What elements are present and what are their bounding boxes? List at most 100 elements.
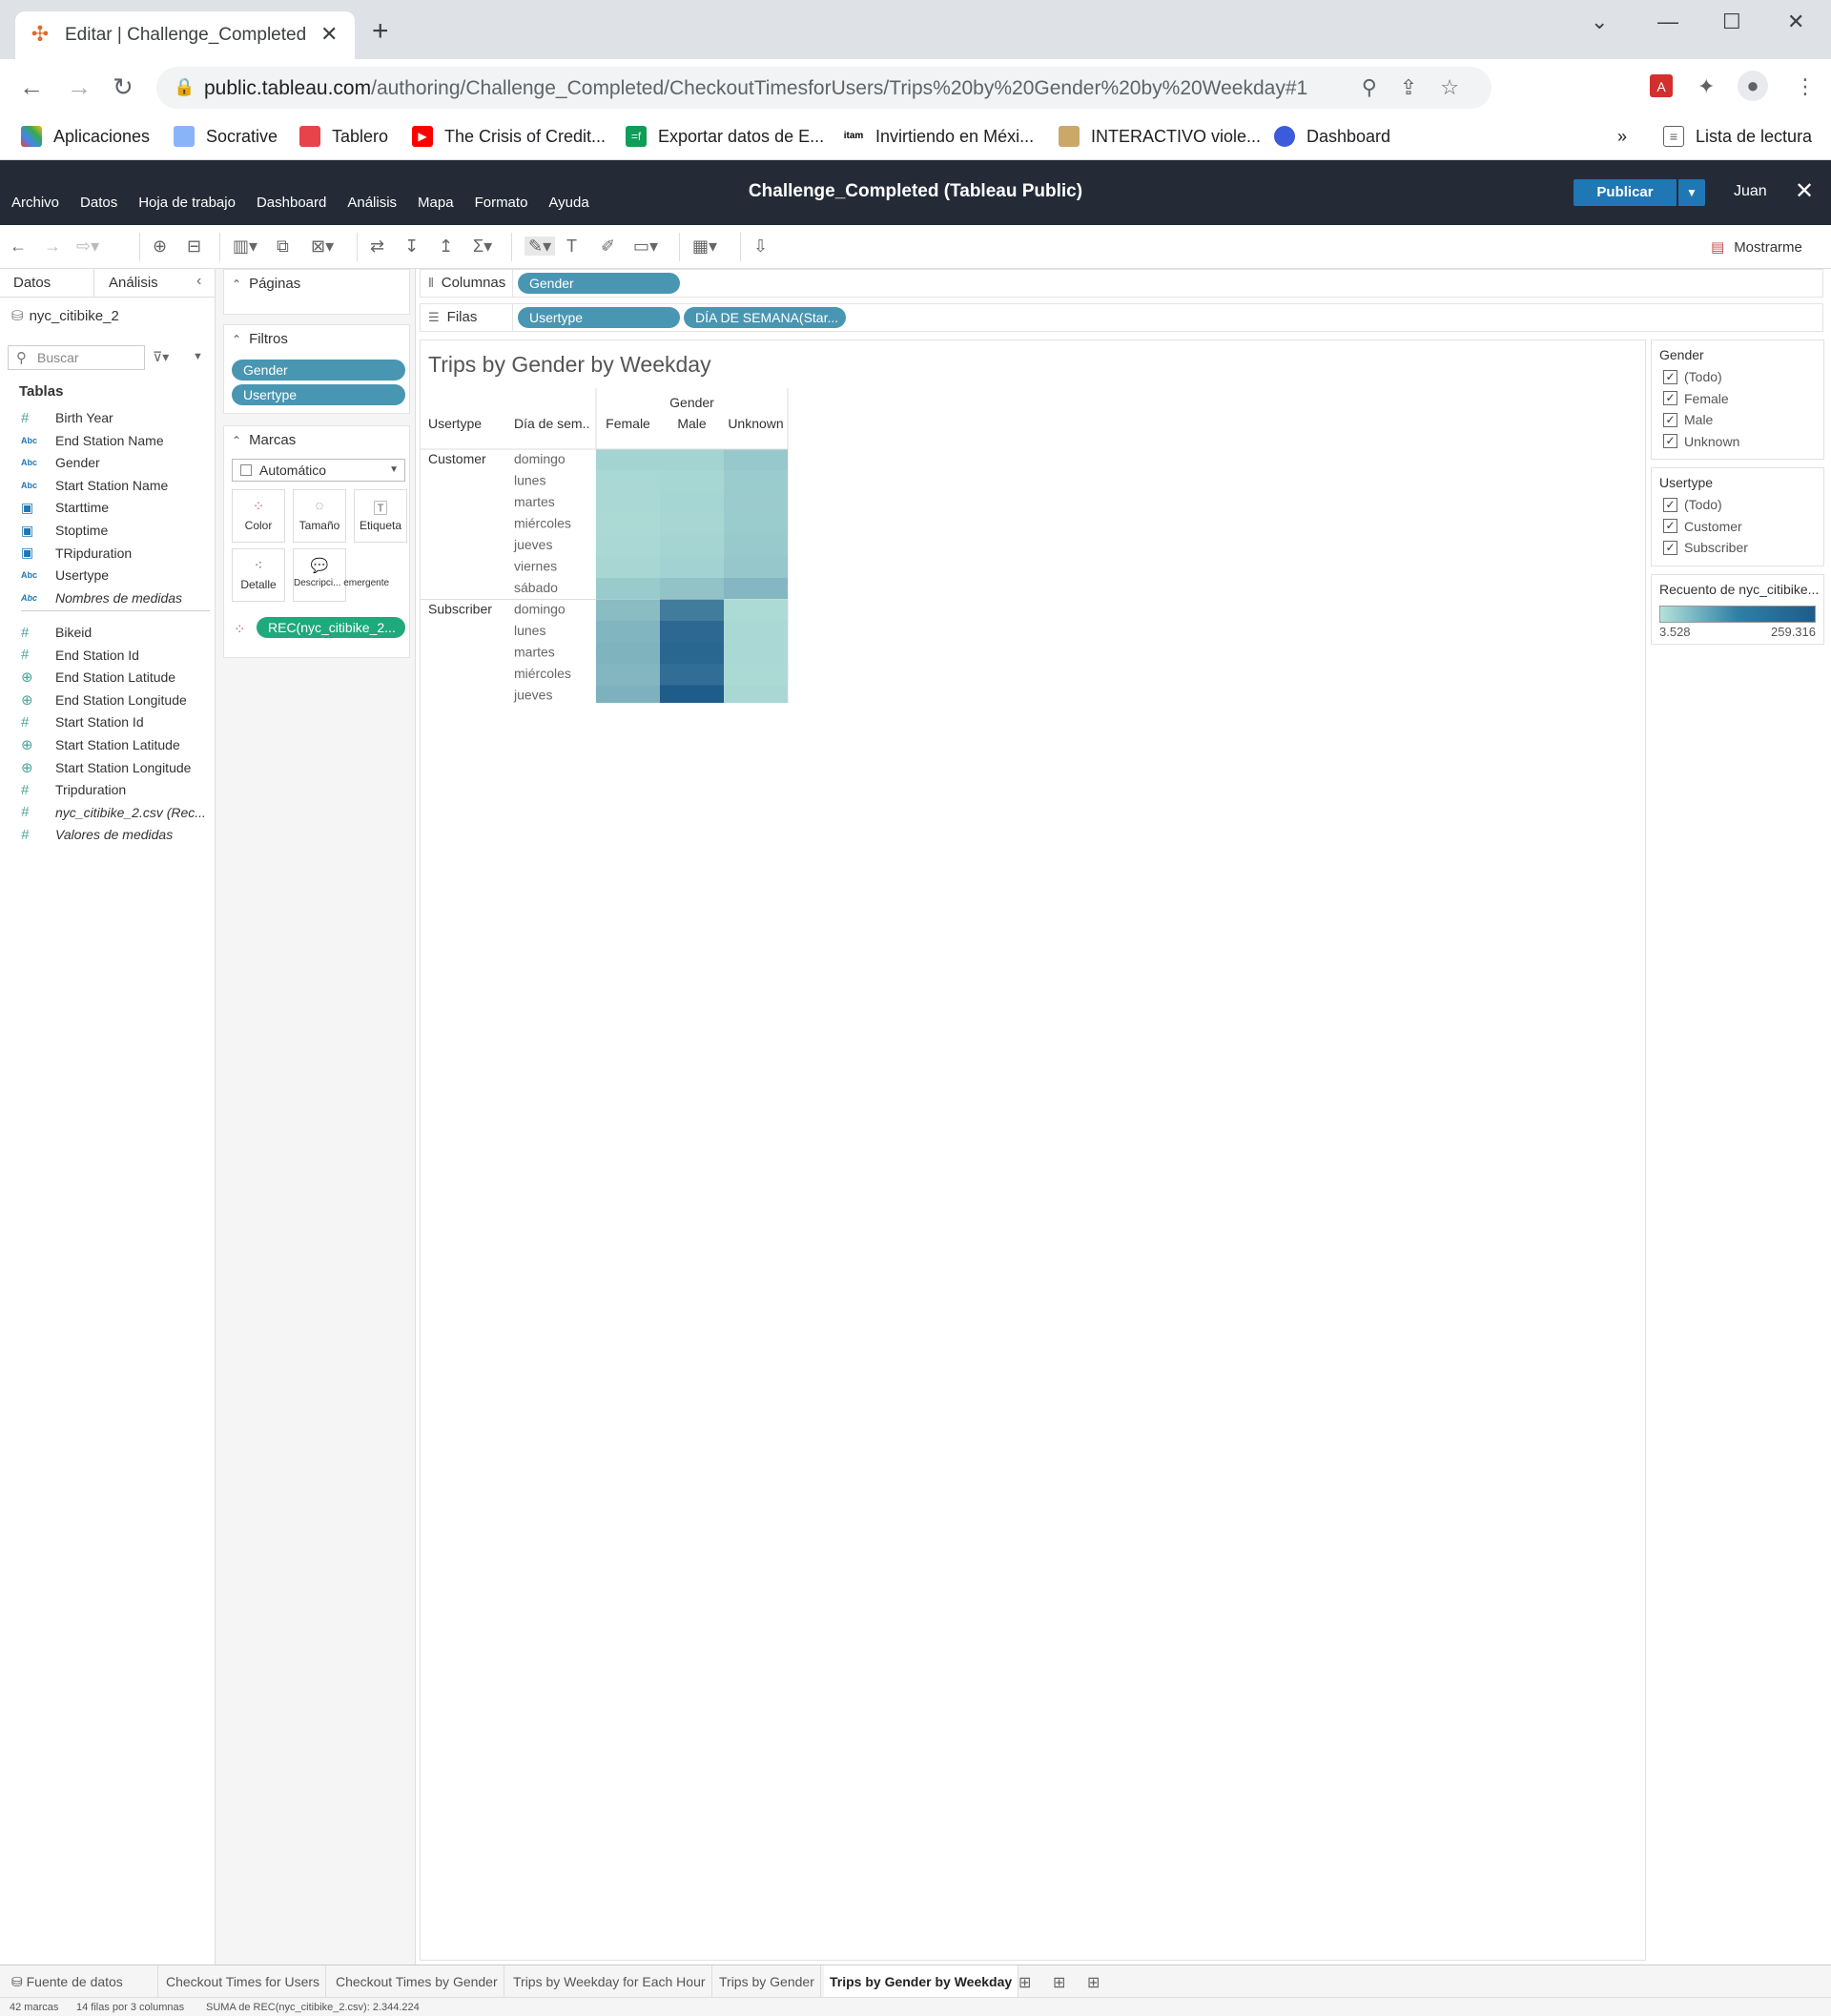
collapse-pane-icon[interactable]: ‹ xyxy=(196,273,201,290)
field-item[interactable]: ▣ Stoptime xyxy=(21,520,108,541)
heatmap-cell[interactable] xyxy=(724,664,788,686)
heatmap-cell[interactable] xyxy=(724,599,788,622)
fit-icon[interactable]: ▭▾ xyxy=(633,237,658,256)
field-item[interactable]: # End Station Id xyxy=(21,645,139,666)
presentation-icon[interactable]: ▦▾ xyxy=(692,237,717,256)
field-item[interactable]: ▣ TRipduration xyxy=(21,543,132,564)
url-omnibox[interactable]: 🔒 public.tableau.com/authoring/Challenge… xyxy=(156,67,1492,109)
tooltip-button[interactable]: 💬 Descripci... emergente xyxy=(293,548,389,602)
filter-fields-icon[interactable]: ⊽▾ xyxy=(153,349,169,365)
heatmap-cell[interactable] xyxy=(724,535,788,557)
label-button[interactable]: 🅃 Etiqueta xyxy=(354,489,407,543)
detail-button[interactable]: ⁖ Detalle xyxy=(232,548,285,602)
pause-updates-icon[interactable]: ⊟ xyxy=(187,237,201,256)
heatmap-cell[interactable] xyxy=(724,556,788,579)
bookmark-star-icon[interactable]: ☆ xyxy=(1440,75,1482,99)
heatmap-cell[interactable] xyxy=(724,470,788,493)
field-item[interactable]: Abc Nombres de medidas xyxy=(21,587,182,608)
rows-shelf[interactable]: ☰ Filas Usertype DÍA DE SEMANA(Star... xyxy=(420,303,1823,332)
checkbox-icon[interactable]: ✓ xyxy=(1663,519,1677,533)
filter-checkbox[interactable]: ✓ Male xyxy=(1663,410,1713,429)
heatmap-cell[interactable] xyxy=(596,599,660,622)
columns-pill-gender[interactable]: Gender xyxy=(518,273,680,294)
sheet-tab-trips-by-gender-by-weekday[interactable]: Trips by Gender by Weekday xyxy=(824,1965,1019,1998)
filter-checkbox[interactable]: ✓ (Todo) xyxy=(1663,495,1722,514)
heatmap-cell[interactable] xyxy=(596,685,660,704)
sheet-tab-trips-by-weekday-for-each-hour[interactable]: Trips by Weekday for Each Hour xyxy=(507,1965,712,1998)
filter-pill-usertype[interactable]: Usertype xyxy=(232,384,405,405)
filter-checkbox[interactable]: ✓ Unknown xyxy=(1663,432,1739,451)
share-icon[interactable]: ⇪ xyxy=(1400,75,1440,99)
filter-pill-gender[interactable]: Gender xyxy=(232,360,405,381)
collapse-chevron-icon[interactable]: ⌃ xyxy=(232,434,241,447)
user-name[interactable]: Juan xyxy=(1734,183,1767,200)
field-item[interactable]: # Start Station Id xyxy=(21,711,144,732)
checkbox-icon[interactable]: ✓ xyxy=(1663,369,1677,384)
filter-checkbox[interactable]: ✓ (Todo) xyxy=(1663,367,1722,386)
sort-ascending-icon[interactable]: ↧ xyxy=(404,237,419,256)
tab-search-icon[interactable]: ⌄ xyxy=(1591,10,1608,34)
sort-descending-icon[interactable]: ↥ xyxy=(439,237,453,256)
swap-rows-columns-icon[interactable]: ⇄ xyxy=(370,237,384,256)
field-item[interactable]: ⊕ End Station Longitude xyxy=(21,689,187,710)
window-close-icon[interactable]: ✕ xyxy=(1787,10,1804,34)
sheet-tab-checkout-times-for-users[interactable]: Checkout Times for Users xyxy=(160,1965,327,1998)
undo-icon[interactable]: ← xyxy=(10,237,27,256)
extensions-puzzle-icon[interactable]: ✦ xyxy=(1697,74,1715,99)
checkbox-icon[interactable]: ✓ xyxy=(1663,540,1677,555)
maximize-icon[interactable]: ☐ xyxy=(1722,10,1741,34)
heatmap-cell[interactable] xyxy=(660,492,724,514)
collapse-chevron-icon[interactable]: ⌃ xyxy=(232,278,241,291)
mark-type-select[interactable]: Automático ▼ xyxy=(232,459,405,482)
checkbox-icon[interactable]: ✓ xyxy=(1663,434,1677,448)
heatmap-cell[interactable] xyxy=(596,470,660,493)
pane-menu-icon[interactable]: ▼ xyxy=(193,351,203,362)
show-me-button[interactable]: ▤ Mostrarme xyxy=(1711,238,1802,256)
pdf-extension-icon[interactable]: A xyxy=(1650,74,1673,97)
sheet-tab-checkout-times-by-gender[interactable]: Checkout Times by Gender xyxy=(330,1965,504,1998)
checkbox-icon[interactable]: ✓ xyxy=(1663,412,1677,427)
heatmap-cell[interactable] xyxy=(724,449,788,471)
publish-button[interactable]: Publicar xyxy=(1574,179,1677,206)
bookmark-youtube[interactable]: ▶ The Crisis of Credit... xyxy=(412,122,606,151)
bookmark-tablero[interactable]: Tablero xyxy=(299,122,388,151)
bookmark-dashboard[interactable]: Dashboard xyxy=(1274,122,1390,151)
pages-card[interactable]: ⌃ Páginas xyxy=(223,269,410,315)
tab-datos[interactable]: Datos xyxy=(13,275,51,291)
heatmap-cell[interactable] xyxy=(660,664,724,686)
profile-avatar-icon[interactable]: ● xyxy=(1738,71,1768,101)
reading-list[interactable]: ≡ Lista de lectura xyxy=(1663,122,1812,151)
heatmap-cell[interactable] xyxy=(660,642,724,665)
field-item[interactable]: # Tripduration xyxy=(21,779,126,800)
heatmap-cell[interactable] xyxy=(724,492,788,514)
heatmap-cell[interactable] xyxy=(596,556,660,579)
heatmap-cell[interactable] xyxy=(596,449,660,471)
download-icon[interactable]: ⇩ xyxy=(753,237,768,256)
browser-menu-icon[interactable]: ⋮ xyxy=(1795,74,1816,99)
reload-icon[interactable]: ↻ xyxy=(113,72,134,101)
heatmap-cell[interactable] xyxy=(660,621,724,643)
heatmap-cell[interactable] xyxy=(660,470,724,493)
browser-tab[interactable]: ✣ Editar | Challenge_Completed ✕ xyxy=(15,11,355,59)
field-search-input[interactable]: ⚲ Buscar xyxy=(8,345,145,370)
field-item[interactable]: ⊕ End Station Latitude xyxy=(21,667,175,688)
heatmap-cell[interactable] xyxy=(724,621,788,643)
heatmap-cell[interactable] xyxy=(596,578,660,600)
bookmark-exportar[interactable]: =f Exportar datos de E... xyxy=(626,122,824,151)
heatmap-cell[interactable] xyxy=(660,449,724,471)
bookmark-itam[interactable]: itam Invirtiendo en Méxi... xyxy=(843,122,1034,151)
clear-sheet-icon[interactable]: ⊠▾ xyxy=(311,237,334,256)
heatmap-cell[interactable] xyxy=(724,685,788,704)
filter-checkbox[interactable]: ✓ Subscriber xyxy=(1663,538,1748,557)
redo-icon[interactable]: → xyxy=(44,237,61,256)
color-button[interactable]: ⁘ Color xyxy=(232,489,285,543)
heatmap-cell[interactable] xyxy=(660,556,724,579)
new-worksheet-icon[interactable]: ▥▾ xyxy=(233,237,257,256)
field-item[interactable]: # Valores de medidas xyxy=(21,824,173,845)
collapse-chevron-icon[interactable]: ⌃ xyxy=(232,333,241,346)
filter-checkbox[interactable]: ✓ Female xyxy=(1663,389,1729,408)
duplicate-sheet-icon[interactable]: ⧉ xyxy=(277,237,289,256)
minimize-icon[interactable]: — xyxy=(1657,10,1678,34)
field-item[interactable]: # nyc_citibike_2.csv (Rec... xyxy=(21,802,206,823)
zoom-icon[interactable]: ⚲ xyxy=(1362,75,1400,99)
